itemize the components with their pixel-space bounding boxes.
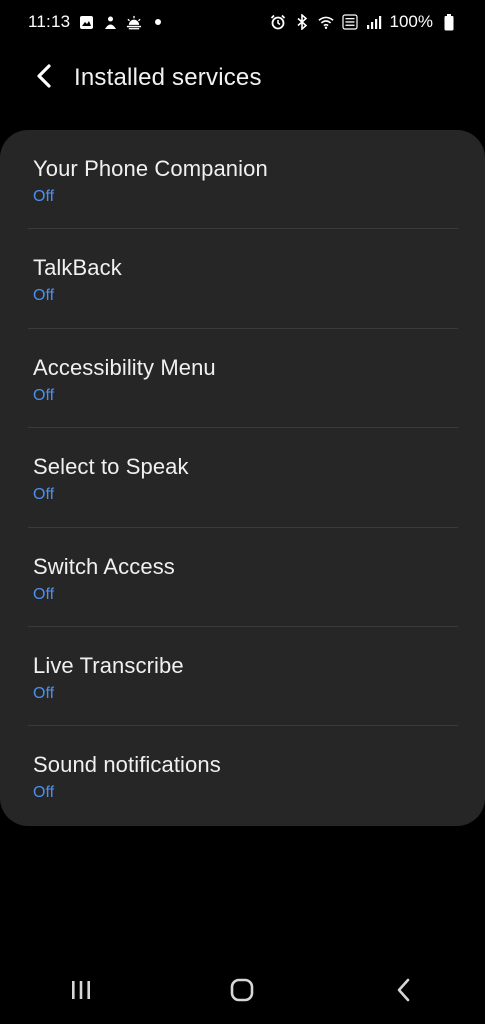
status-bar: 11:13 100% <box>0 0 485 44</box>
screen: 11:13 100% Installed services Your Phone… <box>0 0 485 1024</box>
battery-percentage: 100% <box>389 12 433 31</box>
navigation-bar <box>0 960 485 1024</box>
service-status: Off <box>33 585 55 603</box>
signal-icon <box>366 14 382 30</box>
bixby-icon <box>102 14 118 30</box>
service-item-select-to-speak[interactable]: Select to Speak Off <box>0 428 485 528</box>
status-time: 11:13 <box>28 12 71 31</box>
bluetooth-icon <box>294 14 310 30</box>
status-right: 100% <box>270 12 457 32</box>
service-name: Accessibility Menu <box>33 354 216 380</box>
recents-button[interactable] <box>41 964 121 1020</box>
service-status: Off <box>33 684 55 702</box>
service-item-talkback[interactable]: TalkBack Off <box>0 229 485 329</box>
page-title: Installed services <box>74 64 262 91</box>
service-name: TalkBack <box>33 255 122 281</box>
back-button[interactable] <box>18 52 70 104</box>
service-status: Off <box>33 486 55 504</box>
back-nav-button[interactable] <box>364 964 444 1020</box>
service-name: Live Transcribe <box>33 652 184 678</box>
service-status: Off <box>33 188 55 205</box>
header: Installed services <box>0 52 485 104</box>
volte-icon <box>341 14 358 30</box>
services-card: Your Phone Companion Off TalkBack Off Ac… <box>0 130 485 826</box>
battery-icon <box>441 13 457 30</box>
service-name: Your Phone Companion <box>33 156 268 181</box>
service-item-accessibility-menu[interactable]: Accessibility Menu Off <box>0 329 485 429</box>
service-status: Off <box>33 784 55 802</box>
service-item-your-phone-companion[interactable]: Your Phone Companion Off <box>0 130 485 230</box>
service-status: Off <box>33 386 55 404</box>
service-name: Sound notifications <box>33 752 221 778</box>
service-name: Select to Speak <box>33 454 189 480</box>
dot-icon <box>150 14 166 30</box>
status-left: 11:13 <box>28 12 166 32</box>
service-item-live-transcribe[interactable]: Live Transcribe Off <box>0 627 485 727</box>
recents-icon <box>69 979 93 1006</box>
home-icon <box>229 977 255 1008</box>
service-item-sound-notifications[interactable]: Sound notifications Off <box>0 726 485 825</box>
service-item-switch-access[interactable]: Switch Access Off <box>0 528 485 627</box>
chevron-left-icon <box>33 63 55 94</box>
weather-icon <box>126 14 142 30</box>
service-status: Off <box>33 287 55 305</box>
gallery-icon <box>78 14 94 30</box>
service-name: Switch Access <box>33 553 175 579</box>
alarm-icon <box>270 14 286 30</box>
wifi-icon <box>317 14 334 30</box>
back-icon <box>394 977 414 1008</box>
home-button[interactable] <box>202 964 282 1020</box>
